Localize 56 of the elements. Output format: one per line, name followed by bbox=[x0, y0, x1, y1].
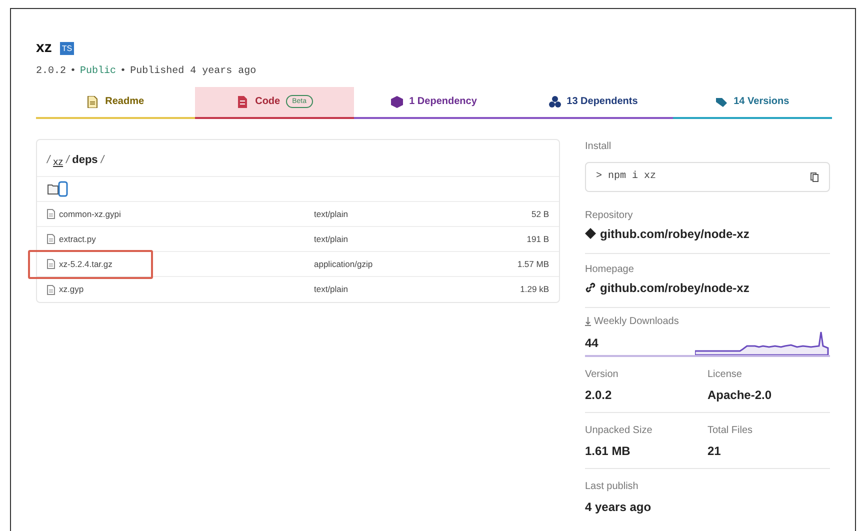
weekly-downloads-count: 44 bbox=[585, 334, 598, 352]
typescript-badge: TS bbox=[60, 42, 74, 55]
file-name-link[interactable]: xz-5.2.4.tar.gz bbox=[59, 258, 314, 270]
published-text: Published 4 years ago bbox=[130, 64, 256, 78]
file-icon bbox=[47, 209, 55, 219]
path-link[interactable]: xz bbox=[53, 155, 64, 170]
stat-value: Apache-2.0 bbox=[708, 386, 773, 404]
stat-value: 1.61 MB bbox=[585, 442, 632, 460]
file-size: 1.29 kB bbox=[520, 283, 549, 296]
stat-label: Unpacked Size bbox=[585, 424, 654, 438]
path-separator: / bbox=[66, 152, 70, 168]
homepage-label: Homepage bbox=[585, 262, 635, 276]
file-size: 52 B bbox=[532, 208, 549, 220]
stat-value: 21 bbox=[708, 442, 722, 460]
file-name-link[interactable]: extract.py bbox=[59, 232, 314, 246]
current-folder-name: deps bbox=[72, 152, 98, 168]
install-label: Install bbox=[585, 140, 612, 154]
file-icon bbox=[47, 259, 55, 269]
path-separator: / bbox=[100, 152, 104, 168]
file-icon bbox=[47, 284, 55, 294]
file-type: application/gzip bbox=[314, 258, 374, 270]
file-size: 191 B bbox=[526, 232, 549, 246]
weekly-downloads-label: Weekly Downloads bbox=[594, 314, 679, 328]
stat-value: 4 years ago bbox=[585, 498, 652, 516]
install-command-box[interactable]: > npm i xz bbox=[585, 162, 830, 192]
separator-dot: • bbox=[70, 64, 76, 78]
cube-icon bbox=[391, 96, 404, 108]
document-icon bbox=[237, 96, 250, 108]
file-type: text/plain bbox=[314, 232, 350, 246]
stat-label: Version bbox=[585, 368, 620, 382]
download-icon bbox=[585, 316, 591, 326]
file-type: text/plain bbox=[314, 283, 350, 296]
visibility-text: Public bbox=[80, 64, 116, 78]
homepage-link[interactable]: github.com/robey/node-xz bbox=[600, 278, 750, 296]
separator-dot: • bbox=[120, 64, 126, 78]
stat-label: License bbox=[708, 368, 743, 382]
stat-label: Total Files bbox=[708, 424, 754, 438]
cubes-icon bbox=[548, 96, 561, 108]
file-type: text/plain bbox=[314, 208, 350, 220]
link-icon bbox=[585, 282, 596, 293]
repository-link[interactable]: github.com/robey/node-xz bbox=[600, 224, 750, 242]
document-icon bbox=[87, 96, 100, 108]
stat-label: Last publish bbox=[585, 480, 640, 494]
file-name-link[interactable]: xz.gyp bbox=[59, 283, 314, 296]
stat-value: 2.0.2 bbox=[585, 386, 613, 404]
git-diamond-icon bbox=[585, 228, 596, 239]
version-text: 2.0.2 bbox=[36, 64, 66, 78]
file-size: 1.57 MB bbox=[517, 258, 549, 270]
file-icon bbox=[47, 234, 55, 244]
folder-icon[interactable] bbox=[47, 181, 69, 197]
path-separator: / bbox=[47, 152, 50, 168]
copy-icon[interactable] bbox=[810, 172, 819, 182]
repository-label: Repository bbox=[585, 208, 634, 222]
file-name-link[interactable]: common-xz.gypi bbox=[59, 208, 314, 220]
package-name: xz bbox=[36, 38, 52, 58]
tag-icon bbox=[716, 96, 728, 108]
